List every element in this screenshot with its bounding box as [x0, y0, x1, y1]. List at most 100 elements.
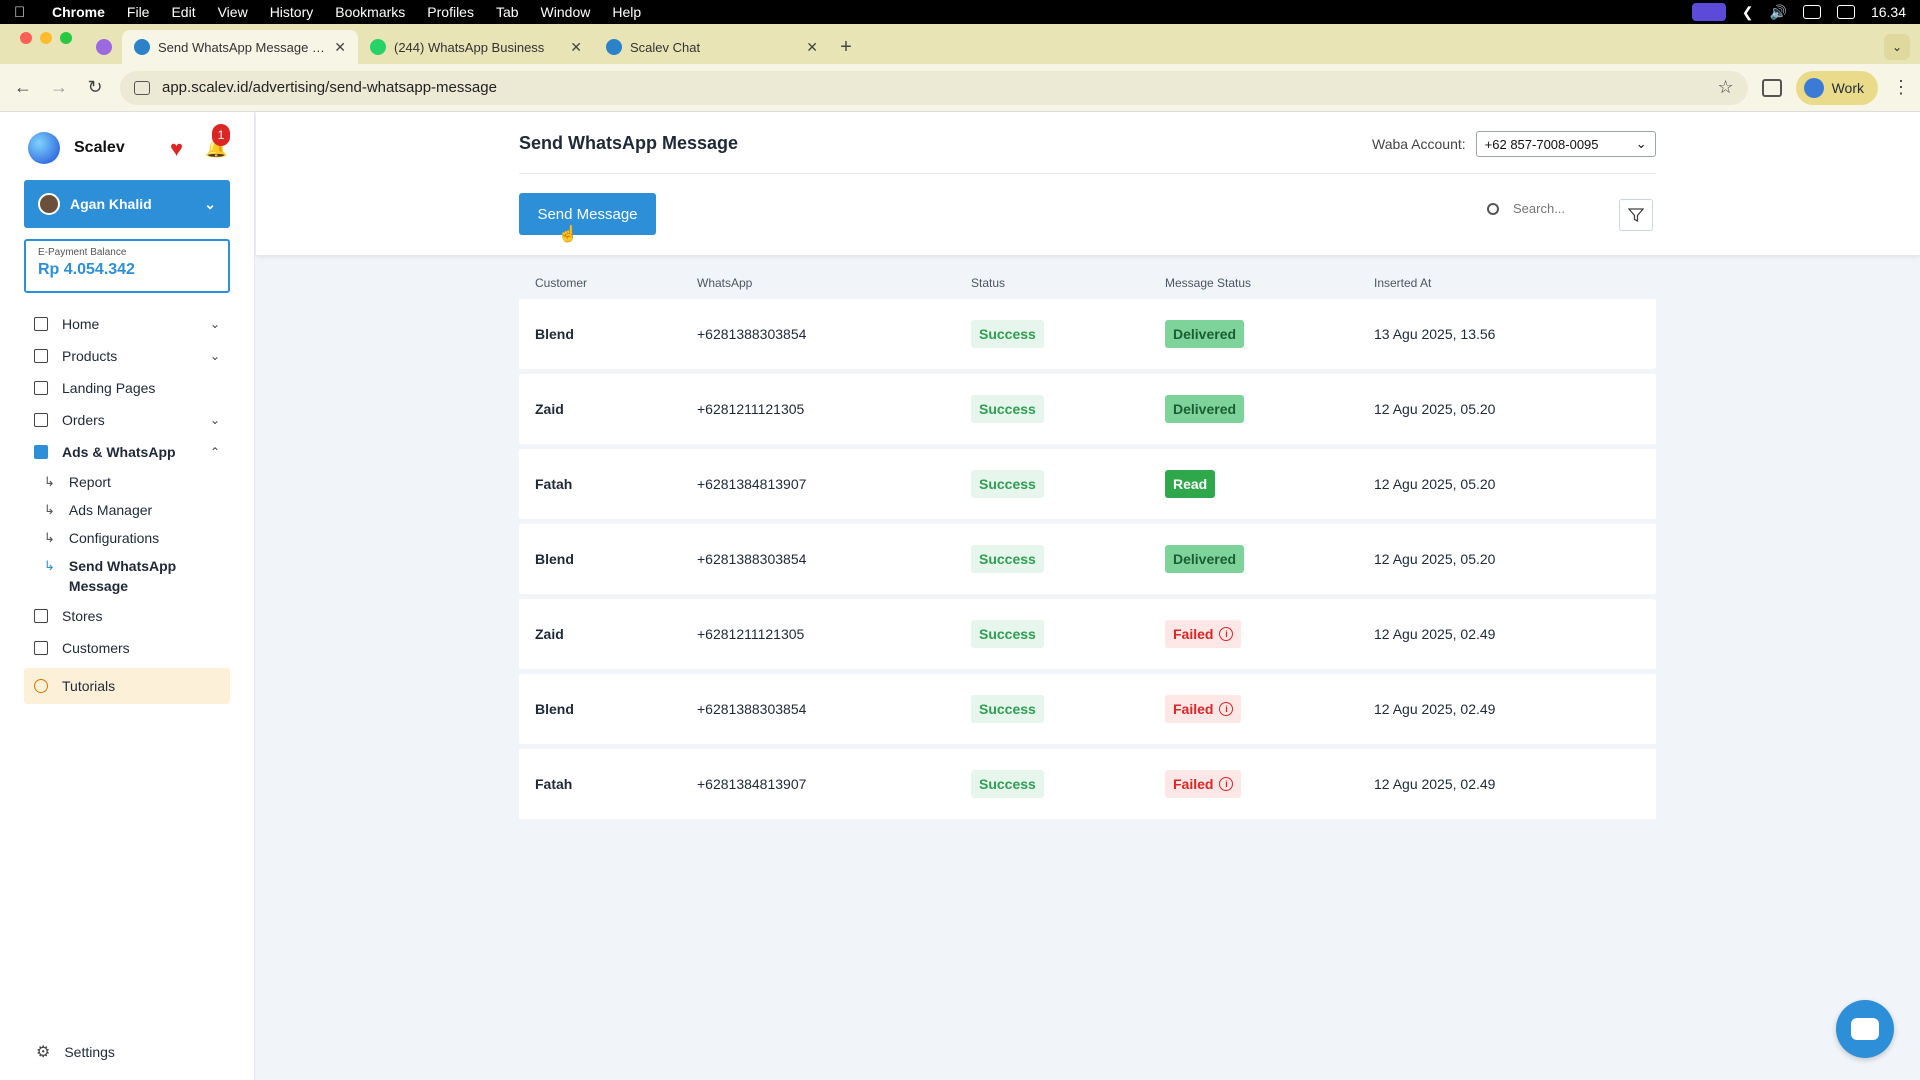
sidebar-subitem-report[interactable]: ↳ Report: [24, 468, 230, 496]
cell-customer: Fatah: [535, 476, 573, 492]
info-icon[interactable]: i: [1219, 777, 1234, 791]
info-icon[interactable]: i: [1219, 702, 1234, 716]
send-message-button[interactable]: Send Message: [519, 193, 656, 235]
menu-profiles[interactable]: Profiles: [427, 4, 474, 20]
tab-title: Scalev Chat: [630, 39, 701, 55]
window-controls: [0, 31, 86, 57]
extensions-icon[interactable]: [1761, 78, 1782, 97]
menu-tab[interactable]: Tab: [496, 4, 519, 20]
header-inserted-at[interactable]: Inserted At: [1374, 276, 1656, 290]
profile-button[interactable]: Work: [1795, 70, 1878, 105]
maximize-window-button[interactable]: [60, 31, 72, 44]
table-row[interactable]: Fatah +6281384813907 Success Failed i 12 …: [519, 749, 1656, 819]
volume-icon[interactable]: 🔊: [1770, 4, 1787, 21]
minimize-window-button[interactable]: [40, 31, 52, 44]
table-row[interactable]: Fatah +6281384813907 Success Read 12 Agu…: [519, 449, 1656, 519]
screen-share-icon[interactable]: [1691, 3, 1726, 21]
browser-menu-icon[interactable]: ⋮: [1892, 77, 1910, 98]
home-icon: [34, 317, 48, 331]
sidebar-item-landing-pages[interactable]: Landing Pages: [24, 372, 230, 404]
sidebar-item-tutorials[interactable]: Tutorials: [24, 668, 230, 704]
sub-arrow-icon: ↳: [44, 530, 55, 545]
sidebar-item-customers[interactable]: Customers: [24, 632, 230, 664]
menu-history[interactable]: History: [270, 4, 314, 20]
clock[interactable]: 16.34: [1871, 4, 1906, 20]
tab-title: Send WhatsApp Message | Sc: [158, 39, 327, 55]
message-status-badge[interactable]: Failed i: [1165, 770, 1242, 798]
control-center-icon[interactable]: [1836, 5, 1855, 19]
table-row[interactable]: Blend +6281388303854 Success Delivered 1…: [519, 524, 1656, 594]
cell-inserted-at: 12 Agu 2025, 05.20: [1374, 401, 1496, 417]
menu-app-name[interactable]: Chrome: [52, 4, 105, 20]
cell-customer: Blend: [535, 326, 574, 342]
sidebar-item-products[interactable]: Products ⌄: [24, 340, 230, 372]
tab-scalev-chat[interactable]: Scalev Chat ✕: [594, 30, 830, 64]
message-status-badge[interactable]: Failed i: [1165, 620, 1242, 648]
reload-icon[interactable]: ↻: [84, 77, 106, 98]
apple-icon[interactable]: : [14, 4, 34, 21]
sidebar-item-settings[interactable]: ⚙ Settings: [36, 1042, 115, 1062]
heart-icon[interactable]: ♥: [170, 136, 183, 162]
close-tab-icon[interactable]: ✕: [570, 39, 582, 56]
cell-customer: Blend: [535, 701, 574, 717]
header-message-status[interactable]: Message Status: [1165, 276, 1374, 290]
close-tab-icon[interactable]: ✕: [806, 39, 818, 56]
close-tab-icon[interactable]: ✕: [334, 39, 346, 56]
sidebar-subitem-ads-manager[interactable]: ↳ Ads Manager: [24, 496, 230, 524]
header-whatsapp[interactable]: WhatsApp: [697, 276, 971, 290]
sidebar-item-home[interactable]: Home ⌄: [24, 308, 230, 340]
sidebar-item-orders[interactable]: Orders ⌄: [24, 404, 230, 436]
chevron-left-icon[interactable]: ❮: [1742, 4, 1754, 21]
menu-bookmarks[interactable]: Bookmarks: [335, 4, 405, 20]
display-icon[interactable]: [1802, 5, 1821, 19]
cell-whatsapp: +6281388303854: [697, 701, 807, 717]
menu-help[interactable]: Help: [612, 4, 641, 20]
header-customer[interactable]: Customer: [535, 276, 697, 290]
profile-avatar: [1803, 77, 1824, 98]
cell-whatsapp: +6281211121305: [697, 401, 805, 417]
brand[interactable]: Scalev: [28, 132, 125, 164]
url-text[interactable]: app.scalev.id/advertising/send-whatsapp-…: [162, 79, 1705, 96]
menu-file[interactable]: File: [127, 4, 150, 20]
pinned-tab[interactable]: [86, 30, 122, 64]
user-switcher[interactable]: Agan Khalid ⌄: [24, 180, 230, 228]
menu-window[interactable]: Window: [541, 4, 591, 20]
sidebar-subitem-configurations[interactable]: ↳ Configurations: [24, 524, 230, 552]
chat-widget-button[interactable]: [1836, 1000, 1894, 1058]
header-status[interactable]: Status: [971, 276, 1165, 290]
sidebar-item-stores[interactable]: Stores: [24, 600, 230, 632]
epayment-balance-card[interactable]: E-Payment Balance Rp 4.054.342: [24, 239, 230, 293]
waba-account-select[interactable]: +62 857-7008-0095 ⌄: [1475, 131, 1656, 157]
tab-send-whatsapp[interactable]: Send WhatsApp Message | Sc ✕: [122, 30, 358, 64]
close-window-button[interactable]: [20, 31, 32, 44]
sidebar-item-label: Tutorials: [62, 678, 116, 694]
filter-button[interactable]: [1619, 199, 1653, 231]
tab-title: (244) WhatsApp Business: [394, 39, 545, 55]
new-tab-button[interactable]: +: [830, 30, 862, 64]
table-row[interactable]: Blend +6281388303854 Success Delivered 1…: [519, 299, 1656, 369]
forward-arrow-icon[interactable]: →: [48, 77, 70, 98]
message-status-label: Failed: [1173, 701, 1214, 717]
tab-whatsapp-business[interactable]: (244) WhatsApp Business ✕: [358, 30, 594, 64]
status-badge: Success: [971, 395, 1044, 423]
table-row[interactable]: Blend +6281388303854 Success Failed i 12 …: [519, 674, 1656, 744]
search-input[interactable]: [1513, 201, 1593, 216]
tab-search-chevron-icon[interactable]: ⌄: [1884, 34, 1910, 60]
sidebar-item-ads-whatsapp[interactable]: Ads & WhatsApp ⌃: [24, 436, 230, 468]
status-badge: Success: [971, 695, 1044, 723]
sidebar-item-label: Customers: [62, 640, 130, 656]
table-row[interactable]: Zaid +6281211121305 Success Failed i 12 A…: [519, 599, 1656, 669]
browser-toolbar: ← → ↻ app.scalev.id/advertising/send-wha…: [0, 64, 1920, 112]
bookmark-star-icon[interactable]: ☆: [1717, 77, 1733, 98]
back-arrow-icon[interactable]: ←: [12, 77, 34, 98]
info-icon[interactable]: i: [1219, 627, 1234, 641]
menu-view[interactable]: View: [218, 4, 248, 20]
sidebar-subitem-send-whatsapp[interactable]: ↳ Send WhatsApp Message: [24, 552, 230, 600]
message-status-badge[interactable]: Failed i: [1165, 695, 1242, 723]
cell-customer: Zaid: [535, 626, 564, 642]
menu-edit[interactable]: Edit: [171, 4, 195, 20]
site-info-icon[interactable]: [134, 80, 150, 95]
page-title: Send WhatsApp Message: [519, 133, 739, 153]
address-bar[interactable]: app.scalev.id/advertising/send-whatsapp-…: [120, 70, 1748, 105]
table-row[interactable]: Zaid +6281211121305 Success Delivered 12…: [519, 374, 1656, 444]
